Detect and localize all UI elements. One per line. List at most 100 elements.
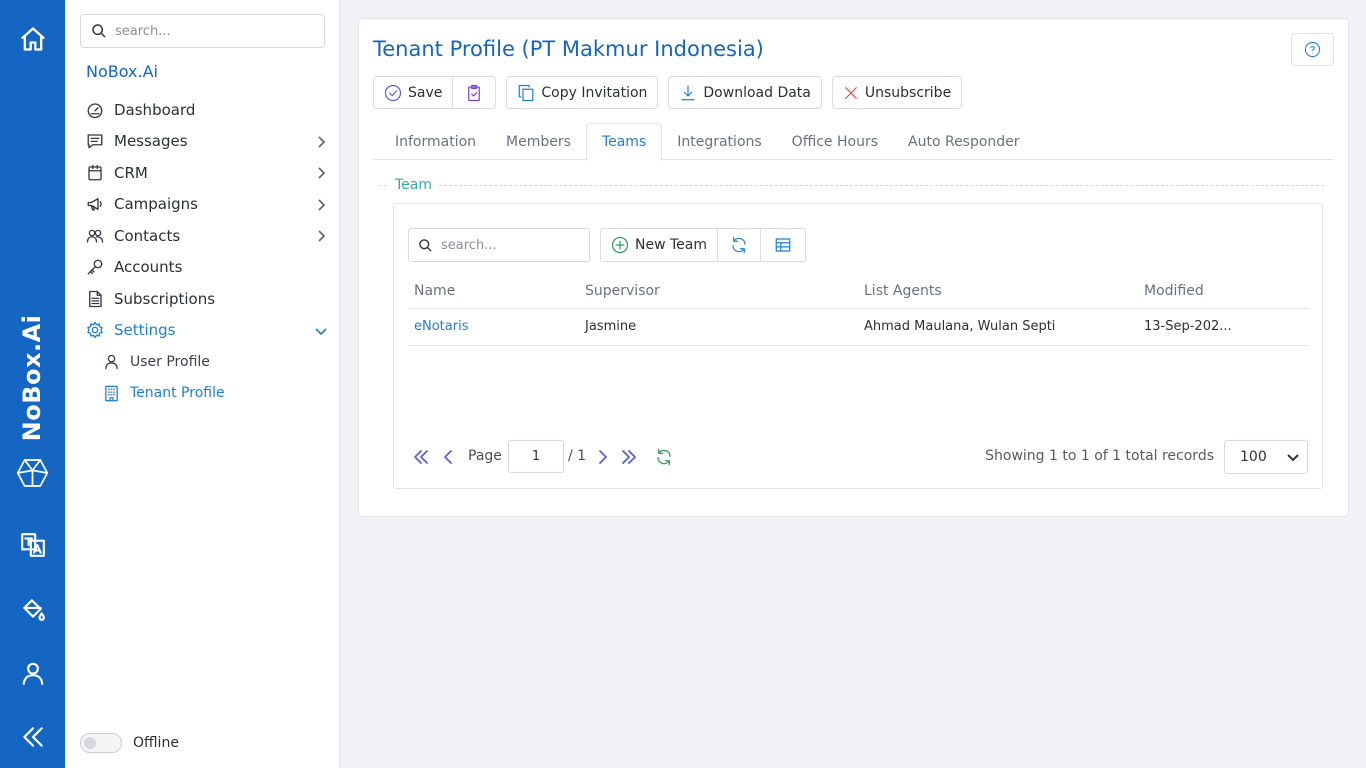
page-total: / 1 <box>568 448 587 464</box>
chevron-right-icon <box>314 165 328 179</box>
next-page-icon[interactable] <box>593 448 611 466</box>
offline-control: Offline <box>80 733 179 753</box>
clipboard-button[interactable] <box>453 76 497 109</box>
home-icon[interactable] <box>16 22 49 55</box>
team-panel: New Team Name Supervisor List Agents Mod… <box>393 203 1323 489</box>
chevron-right-icon <box>314 228 328 242</box>
sidebar-item-messages[interactable]: Messages <box>65 126 340 158</box>
sidebar-item-label: Tenant Profile <box>130 385 225 402</box>
search-icon <box>92 24 106 38</box>
sidebar-search[interactable] <box>80 14 325 48</box>
copy-invitation-label: Copy Invitation <box>541 84 648 101</box>
cell-supervisor: Jasmine <box>579 308 858 346</box>
gear-icon <box>85 320 105 340</box>
offline-toggle[interactable] <box>80 733 122 753</box>
sidebar-item-label: Contacts <box>114 226 181 245</box>
page-number-input[interactable] <box>508 440 564 473</box>
sidebar-brand: NoBox.Ai <box>86 62 158 81</box>
sidebar-item-subscriptions[interactable]: Subscriptions <box>65 283 340 315</box>
app-rail: NoBox.Ai <box>0 0 65 768</box>
chevron-right-icon <box>314 197 328 211</box>
tab-integrations[interactable]: Integrations <box>662 123 776 160</box>
reload-icon[interactable] <box>655 448 673 466</box>
sidebar-search-input[interactable] <box>115 23 315 39</box>
sidebar-item-contacts[interactable]: Contacts <box>65 220 340 252</box>
cell-name[interactable]: eNotaris <box>408 308 579 346</box>
sidebar-nav: Dashboard Messages CRM Campaigns Contact… <box>65 94 340 409</box>
sidebar-item-label: Campaigns <box>114 195 199 214</box>
help-icon <box>1304 41 1321 58</box>
chevron-down-icon <box>314 323 328 337</box>
download-data-button[interactable]: Download Data <box>668 76 822 109</box>
save-group: Save <box>373 76 497 110</box>
sidebar-item-label: Subscriptions <box>114 289 216 308</box>
team-search[interactable] <box>408 228 590 262</box>
sidebar-subitem-tenant-profile[interactable]: Tenant Profile <box>65 378 340 410</box>
page-size-value: 100 <box>1240 449 1267 465</box>
sidebar-subitem-user-profile[interactable]: User Profile <box>65 346 340 378</box>
table-icon <box>775 238 791 252</box>
table-row[interactable]: eNotaris Jasmine Ahmad Maulana, Wulan Se… <box>408 308 1308 346</box>
building-icon <box>101 383 121 403</box>
sidebar-item-accounts[interactable]: Accounts <box>65 252 340 284</box>
help-button[interactable] <box>1291 33 1334 66</box>
tab-teams[interactable]: Teams <box>585 123 663 161</box>
collapse-icon[interactable] <box>16 720 49 753</box>
sidebar-item-label: CRM <box>114 163 148 182</box>
sidebar-item-label: Dashboard <box>114 100 196 119</box>
tab-members[interactable]: Members <box>491 123 586 160</box>
download-icon <box>681 85 696 100</box>
gauge-icon <box>85 100 105 120</box>
page-label: Page <box>468 448 502 464</box>
team-tools: New Team <box>600 228 806 262</box>
pagination: Page / 1 Showing 1 to 1 of 1 total recor… <box>408 440 1308 474</box>
search-icon <box>419 238 432 252</box>
save-label: Save <box>408 84 443 101</box>
sidebar-item-campaigns[interactable]: Campaigns <box>65 189 340 221</box>
refresh-icon <box>732 236 746 254</box>
column-header-supervisor[interactable]: Supervisor <box>579 274 858 309</box>
tab-auto-responder[interactable]: Auto Responder <box>893 123 1035 160</box>
copy-invitation-button[interactable]: Copy Invitation <box>506 76 659 109</box>
toolbar: Save Copy Invitation Download Data Unsub… <box>373 76 972 110</box>
tab-information[interactable]: Information <box>373 123 491 160</box>
refresh-button[interactable] <box>718 228 761 262</box>
message-icon <box>85 131 105 151</box>
user-icon[interactable] <box>16 656 49 689</box>
save-button[interactable]: Save <box>373 76 454 109</box>
sidebar-item-label: User Profile <box>130 353 210 370</box>
close-icon <box>845 86 857 99</box>
sidebar-item-label: Messages <box>114 132 188 151</box>
calendar-icon <box>85 163 105 183</box>
last-page-icon[interactable] <box>620 448 638 466</box>
records-summary: Showing 1 to 1 of 1 total records <box>985 448 1214 464</box>
new-team-button[interactable]: New Team <box>600 228 718 262</box>
previous-page-icon[interactable] <box>440 448 458 466</box>
columns-button[interactable] <box>761 228 806 262</box>
sidebar-item-dashboard[interactable]: Dashboard <box>65 94 340 126</box>
team-search-input[interactable] <box>441 237 581 253</box>
unsubscribe-button[interactable]: Unsubscribe <box>831 76 963 109</box>
column-header-list-agents[interactable]: List Agents <box>858 274 1138 309</box>
paint-bucket-icon[interactable] <box>16 592 49 625</box>
sidebar-item-crm[interactable]: CRM <box>65 157 340 189</box>
legend-label: Team <box>389 177 439 193</box>
sidebar-item-label: Settings <box>114 321 176 340</box>
user-icon <box>101 352 121 372</box>
first-page-icon[interactable] <box>412 448 430 466</box>
chevron-down-icon <box>1287 454 1299 462</box>
megaphone-icon <box>85 194 105 214</box>
tab-office-hours[interactable]: Office Hours <box>777 123 893 160</box>
sidebar-item-settings[interactable]: Settings <box>65 315 340 347</box>
sidebar-item-label: Accounts <box>114 258 183 277</box>
logo-cube-icon <box>16 456 49 489</box>
page-size-select[interactable]: 100 <box>1224 440 1308 474</box>
cell-modified: 13-Sep-202... <box>1138 308 1308 346</box>
cell-list-agents: Ahmad Maulana, Wulan Septi <box>858 308 1138 346</box>
translate-icon[interactable] <box>16 528 49 561</box>
copy-icon <box>519 84 534 101</box>
column-header-name[interactable]: Name <box>408 274 579 309</box>
teams-table: Name Supervisor List Agents Modified eNo… <box>408 274 1308 346</box>
unsubscribe-label: Unsubscribe <box>864 84 952 101</box>
column-header-modified[interactable]: Modified <box>1138 274 1308 309</box>
